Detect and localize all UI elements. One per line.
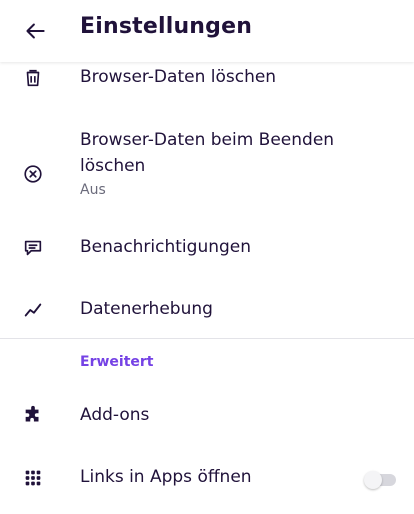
settings-item-label: Benachrichtigungen xyxy=(80,237,252,257)
trash-icon xyxy=(26,69,40,87)
chart-line-icon xyxy=(24,303,42,317)
section-title-advanced: Erweitert xyxy=(80,354,154,370)
settings-item-label: Links in Apps öffnen xyxy=(80,467,252,487)
app-bar: Einstellungen xyxy=(0,0,414,62)
settings-item-label: Datenerhebung xyxy=(80,299,213,319)
settings-item-addons[interactable]: Add-ons xyxy=(0,400,414,436)
settings-item-open-links-in-apps[interactable]: Links in Apps öffnen xyxy=(0,462,414,498)
puzzle-icon xyxy=(25,405,39,422)
arrow-left-icon[interactable] xyxy=(22,18,48,44)
settings-item-label-line1: Browser-Daten beim Beenden xyxy=(80,130,335,150)
page-title: Einstellungen xyxy=(80,14,253,39)
settings-item-label-line2: löschen xyxy=(80,156,146,176)
settings-item-data-collection[interactable]: Datenerhebung xyxy=(0,294,414,330)
settings-item-summary: Aus xyxy=(80,182,106,198)
settings-item-notifications[interactable]: Benachrichtigungen xyxy=(0,232,414,268)
settings-item-delete-browsing-data[interactable]: Browser-Daten löschen xyxy=(0,62,414,98)
settings-item-label: Add-ons xyxy=(80,405,150,425)
grid-icon xyxy=(25,470,41,486)
settings-item-label: Browser-Daten löschen xyxy=(80,67,277,87)
settings-item-delete-on-quit[interactable]: Browser-Daten beim Beenden löschen Aus xyxy=(0,126,414,206)
toggle-knob xyxy=(364,471,382,489)
section-divider xyxy=(0,338,414,339)
close-circle-icon xyxy=(24,165,42,183)
chat-bubble-icon xyxy=(24,240,42,256)
open-links-toggle[interactable] xyxy=(364,471,396,489)
